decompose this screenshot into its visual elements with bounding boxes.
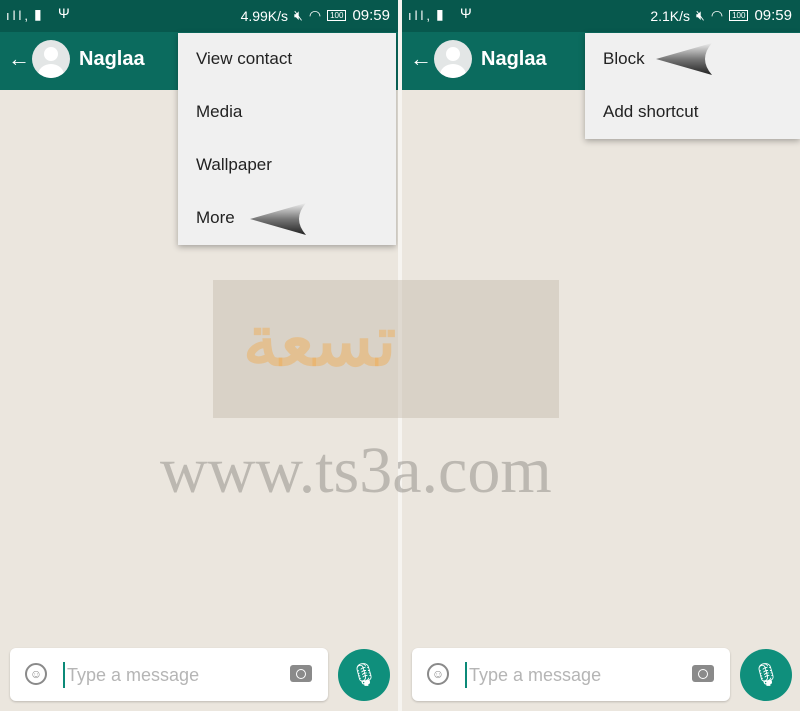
menu-item-wallpaper[interactable]: Wallpaper	[178, 139, 396, 192]
mic-button[interactable]: 🎙︎	[740, 649, 792, 701]
pointer-arrow-icon	[656, 43, 712, 75]
emoji-icon[interactable]: ☺	[25, 663, 47, 685]
clock: 09:59	[754, 7, 792, 24]
message-placeholder: Type a message	[469, 665, 602, 685]
message-input[interactable]: ☺ Type a message	[10, 648, 328, 701]
clock: 09:59	[352, 7, 390, 24]
usb-icon: Ψ	[460, 5, 472, 21]
network-speed: 4.99K/s	[240, 7, 289, 24]
menu-item-media[interactable]: Media	[178, 86, 396, 139]
mic-button[interactable]: 🎙︎	[338, 649, 390, 701]
text-cursor	[465, 662, 467, 688]
mic-icon: 🎙︎	[350, 662, 378, 687]
signal-icon: ıll,	[408, 8, 433, 23]
back-arrow-icon[interactable]: ←	[8, 46, 30, 72]
pointer-arrow-icon	[250, 203, 306, 235]
contact-name[interactable]: Naglaa	[79, 48, 145, 71]
sim-icon: ▮	[34, 6, 42, 22]
battery-icon: 100	[327, 10, 347, 21]
menu-item-view-contact[interactable]: View contact	[178, 33, 396, 86]
menu-item-add-shortcut[interactable]: Add shortcut	[585, 86, 800, 139]
emoji-icon[interactable]: ☺	[427, 663, 449, 685]
mute-icon: 🔇︎	[696, 7, 705, 23]
message-input[interactable]: ☺ Type a message	[412, 648, 730, 701]
wifi-icon: ◠	[308, 7, 322, 23]
mute-icon: 🔇︎	[294, 7, 303, 23]
wifi-icon: ◠	[710, 7, 724, 23]
watermark-logo: تسعة	[213, 280, 559, 418]
battery-icon: 100	[729, 10, 749, 21]
status-bar: ıll, ▮ Ψ 2.1K/s 🔇︎ ◠ 100 09:59	[402, 0, 800, 32]
status-bar: ıll, ▮ Ψ 4.99K/s 🔇︎ ◠ 100 09:59	[0, 0, 398, 32]
message-placeholder: Type a message	[67, 665, 200, 685]
camera-icon[interactable]	[692, 665, 714, 682]
avatar[interactable]	[32, 40, 70, 78]
signal-icon: ıll,	[6, 8, 31, 23]
text-cursor	[63, 662, 65, 688]
watermark-logo-text: تسعة	[243, 302, 397, 380]
avatar[interactable]	[434, 40, 472, 78]
usb-icon: Ψ	[58, 5, 70, 21]
camera-icon[interactable]	[290, 665, 312, 682]
network-speed: 2.1K/s	[650, 7, 691, 24]
mic-icon: 🎙︎	[752, 662, 780, 687]
sim-icon: ▮	[436, 6, 444, 22]
watermark-url: www.ts3a.com	[160, 434, 552, 507]
back-arrow-icon[interactable]: ←	[410, 46, 432, 72]
contact-name[interactable]: Naglaa	[481, 48, 547, 71]
